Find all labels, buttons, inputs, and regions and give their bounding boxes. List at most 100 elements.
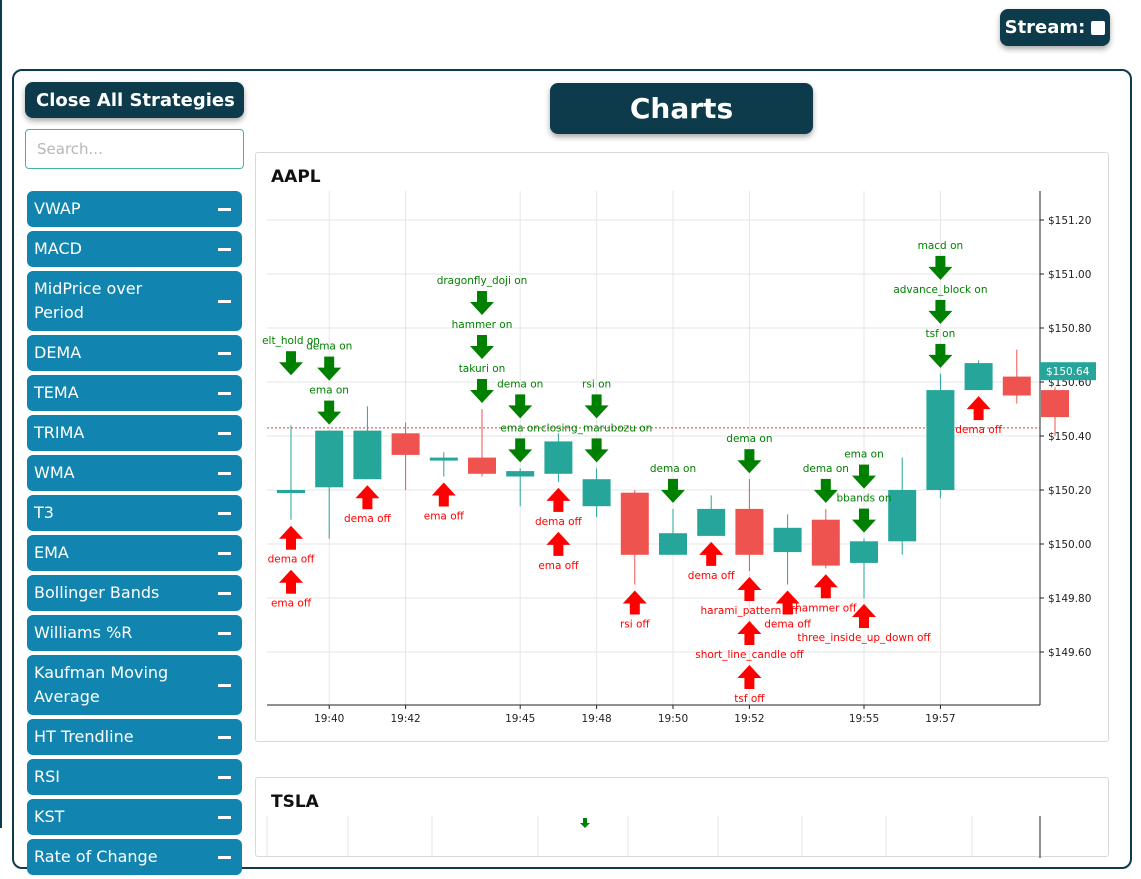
last-price-label: $150.64 bbox=[1046, 366, 1090, 378]
arrow-shaft bbox=[583, 818, 587, 823]
signal-label: ema on bbox=[309, 385, 349, 397]
candle bbox=[353, 406, 382, 480]
strategy-item[interactable]: T3 bbox=[27, 495, 242, 531]
y-tick-label: $149.80 bbox=[1048, 593, 1091, 605]
strategy-label: Rate of Change bbox=[34, 847, 158, 866]
arrow-head bbox=[580, 823, 590, 828]
remove-strategy-icon[interactable] bbox=[218, 551, 231, 555]
arrow-shaft bbox=[859, 508, 869, 521]
arrow-head bbox=[470, 346, 494, 359]
signal-label: dema off bbox=[535, 516, 583, 528]
y-tick-label: $150.00 bbox=[1048, 539, 1091, 551]
signal-off-marker: hammer off bbox=[795, 574, 857, 614]
strategy-item[interactable]: EMA bbox=[27, 535, 242, 571]
candle-body bbox=[888, 490, 917, 542]
strategy-item[interactable]: KST bbox=[27, 799, 242, 835]
remove-strategy-icon[interactable] bbox=[218, 391, 231, 395]
remove-strategy-icon[interactable] bbox=[218, 247, 231, 251]
remove-strategy-icon[interactable] bbox=[218, 631, 231, 635]
strategy-item[interactable]: Bollinger Bands bbox=[27, 575, 242, 611]
strategy-item[interactable]: RSI bbox=[27, 759, 242, 795]
arrow-shaft bbox=[935, 255, 946, 268]
strategy-item[interactable]: HT Trendline bbox=[27, 719, 242, 755]
candle-body bbox=[811, 519, 840, 566]
candle-body bbox=[429, 457, 458, 461]
strategy-list: VWAP MACD MidPrice over Period DEMA TEMA TRIM… bbox=[27, 191, 242, 879]
remove-strategy-icon[interactable] bbox=[218, 351, 231, 355]
signal-on-marker: dema on bbox=[650, 463, 696, 503]
y-tick-label: $150.80 bbox=[1048, 323, 1091, 335]
arrow-head bbox=[928, 310, 953, 324]
x-tick-label: 19:45 bbox=[505, 713, 535, 725]
remove-strategy-icon[interactable] bbox=[218, 207, 231, 211]
arrow-head bbox=[584, 405, 609, 419]
strategy-item[interactable]: Rate of Change bbox=[27, 839, 242, 875]
strategy-item[interactable]: TRIMA bbox=[27, 415, 242, 451]
tsla-candlestick-chart[interactable] bbox=[256, 778, 1110, 858]
candle-body bbox=[620, 492, 649, 555]
signal-off-marker: rsi off bbox=[620, 590, 650, 631]
signal-on-marker: advance_block on bbox=[893, 284, 987, 324]
remove-strategy-icon[interactable] bbox=[218, 735, 231, 739]
strategy-item[interactable]: Kaufman Moving Average bbox=[27, 655, 242, 715]
candle bbox=[659, 508, 687, 555]
candle-body bbox=[850, 541, 878, 563]
strategy-label: Williams %R bbox=[34, 623, 133, 642]
arrow-head bbox=[661, 489, 685, 503]
remove-strategy-icon[interactable] bbox=[218, 855, 231, 859]
arrow-head bbox=[431, 482, 456, 496]
candle-body bbox=[697, 508, 726, 536]
signal-off-marker: tsf off bbox=[734, 665, 765, 705]
candle bbox=[506, 468, 535, 507]
signal-label: ema off bbox=[271, 598, 312, 610]
signal-on-marker: dragonfly_doji on bbox=[437, 275, 527, 315]
arrow-shaft bbox=[973, 408, 984, 421]
remove-strategy-icon[interactable] bbox=[218, 431, 231, 435]
arrow-head bbox=[584, 449, 609, 463]
arrow-head bbox=[508, 405, 533, 419]
arrow-shaft bbox=[286, 581, 296, 594]
strategy-item[interactable]: VWAP bbox=[27, 191, 242, 227]
strategy-label: WMA bbox=[34, 463, 75, 482]
candle bbox=[582, 468, 611, 517]
aapl-candlestick-chart[interactable]: $149.60$149.80$150.00$150.20$150.40$150.… bbox=[256, 153, 1110, 743]
remove-strategy-icon[interactable] bbox=[218, 591, 231, 595]
signal-on-marker: ema on bbox=[309, 385, 349, 425]
arrow-shaft bbox=[477, 335, 487, 347]
strategy-item[interactable]: WMA bbox=[27, 455, 242, 491]
strategy-item[interactable]: MACD bbox=[27, 231, 242, 267]
stream-toggle-button[interactable]: Stream: bbox=[1000, 9, 1110, 46]
remove-strategy-icon[interactable] bbox=[218, 815, 231, 819]
stream-checkbox[interactable] bbox=[1091, 20, 1106, 35]
strategy-label: MACD bbox=[34, 239, 82, 258]
strategy-item[interactable]: Williams %R bbox=[27, 615, 242, 651]
signal-label: ema off bbox=[538, 560, 579, 572]
candle-body bbox=[964, 363, 993, 391]
arrow-head bbox=[470, 302, 494, 315]
arrow-head bbox=[279, 525, 303, 539]
arrow-shaft bbox=[820, 478, 831, 491]
strategy-item[interactable]: MidPrice over Period bbox=[27, 271, 242, 331]
close-all-strategies-button[interactable]: Close All Strategies bbox=[25, 82, 244, 118]
strategy-label: T3 bbox=[34, 503, 54, 522]
arrow-head bbox=[928, 354, 953, 368]
signal-label: ema on bbox=[844, 449, 884, 461]
strategy-item[interactable]: DEMA bbox=[27, 335, 242, 371]
strategy-search-input[interactable] bbox=[25, 129, 244, 169]
remove-strategy-icon[interactable] bbox=[218, 299, 231, 303]
remove-strategy-icon[interactable] bbox=[218, 471, 231, 475]
signal-off-marker: dema off bbox=[268, 525, 315, 566]
remove-strategy-icon[interactable] bbox=[218, 775, 231, 779]
arrow-head bbox=[508, 449, 533, 463]
candle bbox=[544, 433, 573, 482]
candle bbox=[888, 457, 917, 555]
chart-card-tsla: TSLA bbox=[255, 777, 1110, 858]
signal-on-marker: dema on bbox=[726, 433, 773, 474]
strategy-item[interactable]: TEMA bbox=[27, 375, 242, 411]
remove-strategy-icon[interactable] bbox=[218, 511, 231, 515]
arrow-shaft bbox=[324, 400, 335, 413]
signal-on-marker: hammer on bbox=[452, 319, 512, 359]
strategy-label: Kaufman Moving Average bbox=[34, 663, 169, 706]
remove-strategy-icon[interactable] bbox=[218, 683, 231, 687]
signal-on-marker: ema on bbox=[844, 449, 884, 489]
